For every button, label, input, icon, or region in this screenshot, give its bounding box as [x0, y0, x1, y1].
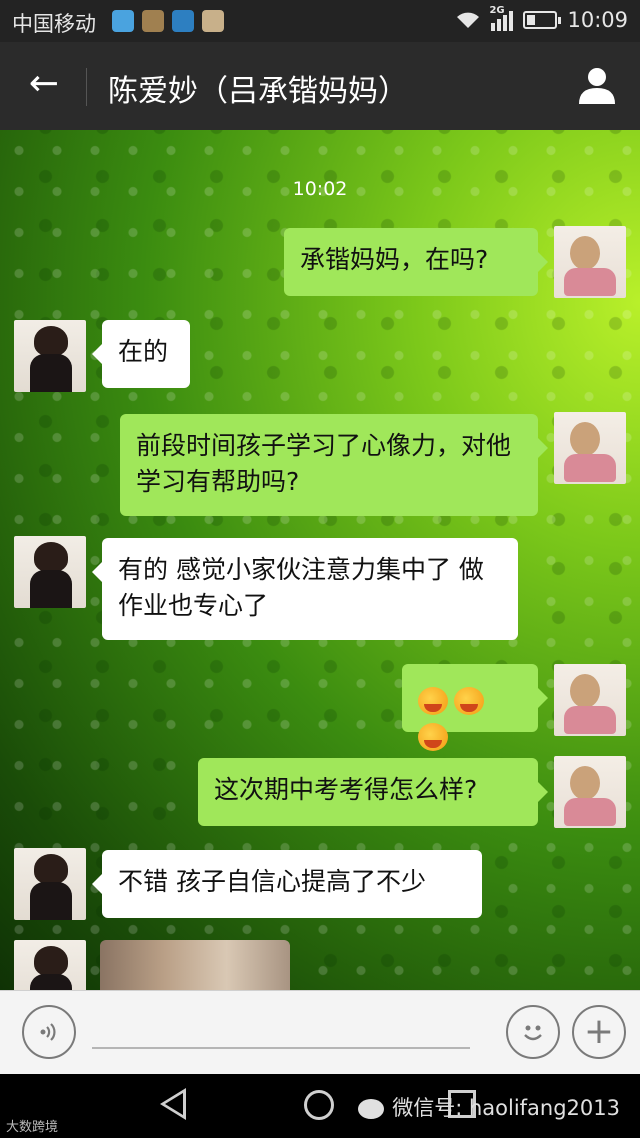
emoji-icon[interactable]	[506, 1005, 560, 1059]
watermark-text: 微信号: haolifang2013	[392, 1096, 620, 1120]
received-message-bubble[interactable]: 在的	[92, 320, 190, 388]
alipay-icon	[172, 10, 194, 32]
wifi-icon	[457, 12, 480, 28]
status-bar: 中国移动 2G 10:09	[0, 0, 640, 42]
contact-avatar[interactable]	[14, 320, 86, 392]
wechat-watermark: 微信号: haolifang2013	[358, 1092, 620, 1122]
chat-title: 陈爱妙（吕承锴妈妈）	[108, 74, 408, 109]
battery-icon	[523, 11, 562, 29]
my-avatar[interactable]	[554, 664, 626, 736]
chat-header: ← 陈爱妙（吕承锴妈妈）	[0, 42, 640, 130]
my-avatar[interactable]	[554, 412, 626, 484]
nav-back-icon[interactable]	[160, 1088, 186, 1120]
clock: 10:09	[567, 8, 628, 32]
my-avatar[interactable]	[554, 226, 626, 298]
message-text: 不错 孩子自信心提高了不少	[118, 867, 426, 896]
message-text: 承锴妈妈，在吗?	[300, 245, 489, 274]
message-input[interactable]	[92, 1047, 470, 1049]
message-list[interactable]: 10:02 承锴妈妈，在吗? 在的 前段时间孩子学习了心像力，对他学习有帮助吗?…	[0, 130, 640, 990]
sent-emoji-bubble[interactable]	[402, 664, 548, 751]
contact-avatar[interactable]	[14, 848, 86, 920]
voice-icon[interactable]	[22, 1005, 76, 1059]
grinning-hands-emoji-icon	[418, 723, 448, 751]
grinning-hands-emoji-icon	[418, 687, 448, 715]
message-text: 这次期中考考得怎么样?	[214, 775, 478, 804]
app-notification-icon	[202, 10, 224, 32]
received-message-bubble[interactable]: 不错 孩子自信心提高了不少	[92, 850, 482, 918]
notification-icons	[112, 10, 224, 32]
message-text: 在的	[118, 337, 169, 366]
message-text: 前段时间孩子学习了心像力，对他学习有帮助吗?	[136, 431, 512, 496]
signal-icon: 2G	[489, 5, 514, 31]
sent-message-bubble[interactable]: 这次期中考考得怎么样?	[198, 758, 548, 826]
back-arrow-icon[interactable]: ←	[22, 64, 66, 108]
contact-avatar[interactable]	[14, 940, 86, 990]
photo-message[interactable]	[100, 940, 290, 990]
plus-icon[interactable]: +	[572, 1005, 626, 1059]
nav-home-icon[interactable]	[304, 1090, 334, 1120]
input-bar: +	[0, 990, 640, 1075]
wechat-icon	[358, 1099, 385, 1119]
received-message-bubble[interactable]: 有的 感觉小家伙注意力集中了 做作业也专心了	[92, 538, 518, 640]
header-divider	[86, 68, 87, 106]
sent-message-bubble[interactable]: 承锴妈妈，在吗?	[284, 228, 548, 296]
message-text: 有的 感觉小家伙注意力集中了 做作业也专心了	[118, 555, 484, 620]
my-avatar[interactable]	[554, 756, 626, 828]
person-icon[interactable]	[576, 64, 618, 106]
app-notification-icon	[142, 10, 164, 32]
contact-avatar[interactable]	[14, 536, 86, 608]
corner-watermark: 大数跨境	[6, 1120, 59, 1135]
network-type-badge: 2G	[489, 5, 505, 16]
message-timestamp: 10:02	[292, 178, 348, 200]
sent-message-bubble[interactable]: 前段时间孩子学习了心像力，对他学习有帮助吗?	[120, 414, 548, 516]
carrier-label: 中国移动	[12, 12, 96, 36]
app-notification-icon	[112, 10, 134, 32]
grinning-hands-emoji-icon	[454, 687, 484, 715]
system-nav-bar: 微信号: haolifang2013 大数跨境	[0, 1074, 640, 1138]
